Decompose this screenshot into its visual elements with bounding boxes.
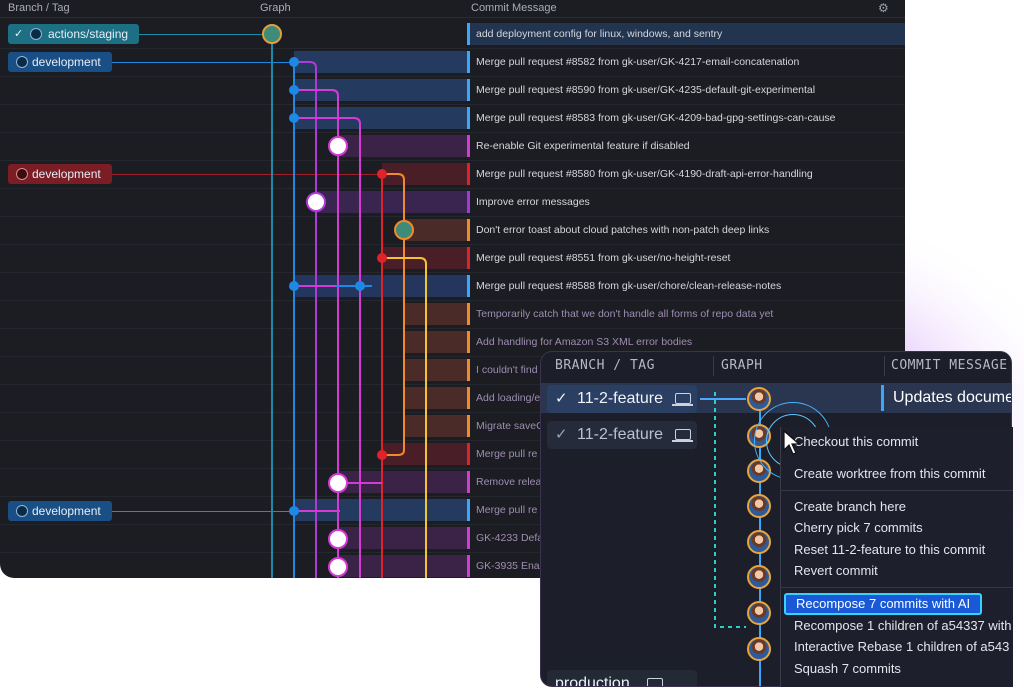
- commit-avatar[interactable]: [747, 494, 771, 518]
- commit-dot: [289, 281, 299, 291]
- commit-avatar[interactable]: [747, 565, 771, 589]
- commit-dot: [289, 85, 299, 95]
- context-menu: Checkout this commit Create worktree fro…: [780, 427, 1013, 687]
- menu-item-cherry-pick[interactable]: Cherry pick 7 commits: [794, 518, 923, 538]
- commit-avatar-node: [328, 473, 348, 493]
- commit-avatar[interactable]: [747, 637, 771, 661]
- menu-item-squash[interactable]: Squash 7 commits: [794, 659, 901, 679]
- menu-item-checkout[interactable]: Checkout this commit: [794, 432, 918, 452]
- commit-avatar-node: [306, 192, 326, 212]
- commit-avatar-node: [328, 136, 348, 156]
- commit-dot: [355, 281, 365, 291]
- commit-avatar-node: [262, 24, 282, 44]
- graph-line-purple: [294, 61, 317, 578]
- menu-item-recompose-ai[interactable]: Recompose 7 commits with AI: [784, 593, 983, 615]
- menu-separator: [781, 587, 1013, 588]
- commit-avatar-node: [328, 529, 348, 549]
- menu-separator: [781, 490, 1013, 491]
- graph-line-orange: [382, 173, 405, 456]
- commit-avatar[interactable]: [747, 387, 771, 411]
- commit-dot: [289, 506, 299, 516]
- menu-item-recompose-children[interactable]: Recompose 1 children of a54337 with: [794, 616, 1012, 636]
- graph-line-magenta-2: [294, 117, 361, 578]
- menu-item-create-worktree[interactable]: Create worktree from this commit: [794, 464, 985, 484]
- menu-item-create-branch[interactable]: Create branch here: [794, 497, 906, 517]
- commit-avatar-node: [328, 557, 348, 577]
- commit-avatar-node: [394, 220, 414, 240]
- mouse-cursor-icon: [783, 430, 801, 455]
- menu-item-revert[interactable]: Revert commit: [794, 561, 878, 581]
- menu-item-interactive-rebase[interactable]: Interactive Rebase 1 children of a543: [794, 637, 1009, 657]
- commit-dot: [377, 169, 387, 179]
- commit-dot: [377, 450, 387, 460]
- commit-dot: [289, 113, 299, 123]
- commit-avatar[interactable]: [747, 601, 771, 625]
- commit-dot: [377, 253, 387, 263]
- commit-dot: [289, 57, 299, 67]
- commit-avatar[interactable]: [747, 530, 771, 554]
- graph-dashed-line: [714, 392, 746, 628]
- menu-item-reset[interactable]: Reset 11-2-feature to this commit: [794, 540, 985, 560]
